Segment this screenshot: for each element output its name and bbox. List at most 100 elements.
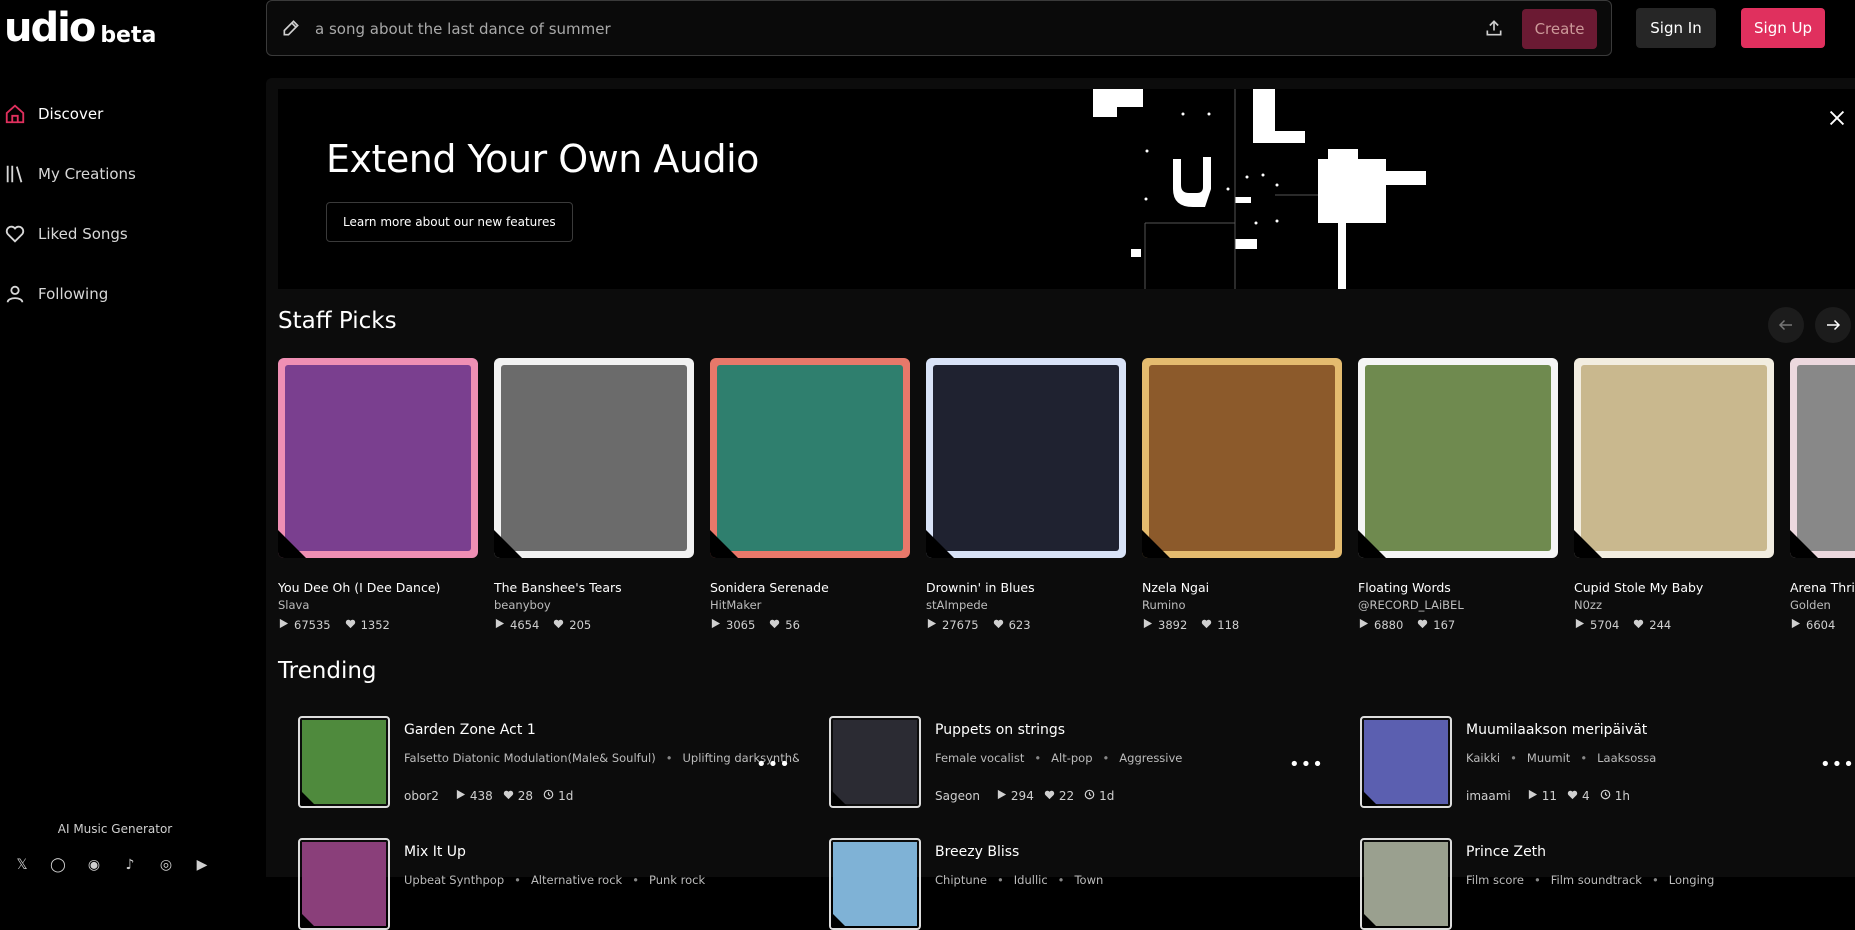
song-title[interactable]: Muumilaakson meripäivät: [1466, 722, 1647, 738]
song-artist[interactable]: Rumino: [1142, 598, 1342, 612]
sidebar-item-discover[interactable]: Discover: [0, 84, 265, 144]
song-cover[interactable]: [494, 358, 694, 558]
learn-more-button[interactable]: Learn more about our new features: [326, 202, 573, 242]
song-meta: Sageon 294 22 1d: [935, 789, 1114, 803]
song-artist[interactable]: imaami: [1466, 789, 1511, 803]
genre-tag[interactable]: Alternative rock: [531, 873, 622, 887]
song-title[interactable]: Breezy Bliss: [935, 844, 1019, 860]
trending-item[interactable]: Puppets on strings Female vocalist • Alt-po…: [829, 716, 1359, 808]
staff-pick-card[interactable]: The Banshee's Tears beanyboy 4654 205: [494, 358, 694, 632]
trending-item[interactable]: Muumilaakson meripäivät Kaikki • Muumit • Laa…: [1360, 716, 1855, 808]
song-title[interactable]: Sonidera Serenade: [710, 580, 910, 595]
song-stats: 3892 118: [1142, 618, 1342, 632]
twitter-icon[interactable]: 𝕏: [12, 856, 32, 874]
genre-tag[interactable]: Female vocalist: [935, 751, 1024, 765]
song-cover[interactable]: [710, 358, 910, 558]
tiktok-icon[interactable]: ♪: [120, 856, 140, 874]
genre-tag[interactable]: Film score: [1466, 873, 1524, 887]
staff-pick-card[interactable]: Arena Thril Golden 6604: [1790, 358, 1855, 632]
song-cover[interactable]: [298, 716, 390, 808]
edit-icon[interactable]: [281, 18, 301, 38]
song-stats: 6880 167: [1358, 618, 1558, 632]
more-options-icon[interactable]: •••: [1820, 754, 1855, 775]
search-input[interactable]: [315, 15, 1315, 43]
genre-tag[interactable]: Alt-pop: [1051, 751, 1092, 765]
instagram-icon[interactable]: ◯: [48, 856, 68, 874]
song-artist[interactable]: beanyboy: [494, 598, 694, 612]
sidebar-item-my-creations[interactable]: My Creations: [0, 144, 265, 204]
youtube-icon[interactable]: ▶: [192, 856, 212, 874]
song-title[interactable]: Drownin' in Blues: [926, 580, 1126, 595]
song-cover[interactable]: [1360, 838, 1452, 930]
song-title[interactable]: Garden Zone Act 1: [404, 722, 536, 738]
more-options-icon[interactable]: •••: [1289, 754, 1324, 775]
sidebar-item-liked-songs[interactable]: Liked Songs: [0, 204, 265, 264]
song-artist[interactable]: Golden: [1790, 598, 1855, 612]
genre-tag[interactable]: Town: [1074, 873, 1103, 887]
song-artist[interactable]: obor2: [404, 789, 439, 803]
trending-item[interactable]: Prince Zeth Film score • Film soundtrack • Lo…: [1360, 838, 1855, 930]
more-options-icon[interactable]: •••: [756, 754, 791, 775]
song-title[interactable]: Floating Words: [1358, 580, 1558, 595]
song-title[interactable]: Arena Thril: [1790, 580, 1855, 595]
song-cover[interactable]: [1790, 358, 1855, 558]
genre-tag[interactable]: Punk rock: [649, 873, 705, 887]
sign-up-button[interactable]: Sign Up: [1741, 8, 1825, 48]
song-title[interactable]: Puppets on strings: [935, 722, 1065, 738]
carousel-next-button[interactable]: [1815, 307, 1851, 343]
staff-pick-card[interactable]: You Dee Oh (I Dee Dance) Slava 67535 1352: [278, 358, 478, 632]
song-title[interactable]: You Dee Oh (I Dee Dance): [278, 580, 478, 595]
song-cover[interactable]: [829, 716, 921, 808]
create-button[interactable]: Create: [1522, 9, 1597, 49]
sidebar-item-following[interactable]: Following: [0, 264, 265, 324]
song-artist[interactable]: N0zz: [1574, 598, 1774, 612]
song-title[interactable]: Nzela Ngai: [1142, 580, 1342, 595]
trending-item[interactable]: Mix It Up Upbeat Synthpop • Alternative roc…: [298, 838, 828, 930]
song-artist[interactable]: @RECORD_LAiBEL: [1358, 598, 1558, 612]
genre-tag[interactable]: Muumit: [1527, 751, 1570, 765]
like-count: 244: [1649, 618, 1672, 632]
genre-tag[interactable]: Idullic: [1014, 873, 1048, 887]
song-artist[interactable]: stAImpede: [926, 598, 1126, 612]
genre-tag[interactable]: Chiptune: [935, 873, 987, 887]
genre-tag[interactable]: Longing: [1669, 873, 1715, 887]
heart-icon: [769, 618, 785, 632]
staff-pick-card[interactable]: Nzela Ngai Rumino 3892 118: [1142, 358, 1342, 632]
song-cover[interactable]: [278, 358, 478, 558]
genre-tag[interactable]: Laaksossa: [1597, 751, 1656, 765]
sidebar: udio beta Discover My Creations Liked So…: [0, 0, 265, 877]
song-artist[interactable]: Slava: [278, 598, 478, 612]
trending-item[interactable]: Garden Zone Act 1 Falsetto Diatonic Modul…: [298, 716, 828, 808]
song-cover[interactable]: [1360, 716, 1452, 808]
song-cover[interactable]: [1142, 358, 1342, 558]
genre-tag[interactable]: Upbeat Synthpop: [404, 873, 504, 887]
song-cover[interactable]: [1574, 358, 1774, 558]
song-title[interactable]: Cupid Stole My Baby: [1574, 580, 1774, 595]
genre-tag[interactable]: Falsetto Diatonic Modulation(Male& Soulf…: [404, 751, 656, 765]
close-icon[interactable]: [1826, 107, 1848, 129]
song-artist[interactable]: HitMaker: [710, 598, 910, 612]
song-cover[interactable]: [926, 358, 1126, 558]
carousel-prev-button[interactable]: [1768, 307, 1804, 343]
song-title[interactable]: The Banshee's Tears: [494, 580, 694, 595]
song-cover[interactable]: [1358, 358, 1558, 558]
reddit-icon[interactable]: ◎: [156, 856, 176, 874]
sign-in-button[interactable]: Sign In: [1636, 8, 1716, 48]
song-cover[interactable]: [829, 838, 921, 930]
staff-pick-card[interactable]: Cupid Stole My Baby N0zz 5704 244: [1574, 358, 1774, 632]
genre-tag[interactable]: Kaikki: [1466, 751, 1500, 765]
staff-pick-card[interactable]: Floating Words @RECORD_LAiBEL 6880 167: [1358, 358, 1558, 632]
song-title[interactable]: Mix It Up: [404, 844, 466, 860]
trending-item[interactable]: Breezy Bliss Chiptune • Idullic • Town: [829, 838, 1359, 930]
song-artist[interactable]: Sageon: [935, 789, 980, 803]
upload-icon[interactable]: [1484, 18, 1504, 38]
discord-icon[interactable]: ◉: [84, 856, 104, 874]
udio-logo[interactable]: udio beta: [4, 6, 156, 50]
staff-pick-card[interactable]: Sonidera Serenade HitMaker 3065 56: [710, 358, 910, 632]
genre-tag[interactable]: Aggressive: [1119, 751, 1182, 765]
staff-pick-card[interactable]: Drownin' in Blues stAImpede 27675 623: [926, 358, 1126, 632]
play-icon: [1142, 618, 1158, 632]
genre-tag[interactable]: Film soundtrack: [1551, 873, 1642, 887]
song-cover[interactable]: [298, 838, 390, 930]
song-title[interactable]: Prince Zeth: [1466, 844, 1546, 860]
